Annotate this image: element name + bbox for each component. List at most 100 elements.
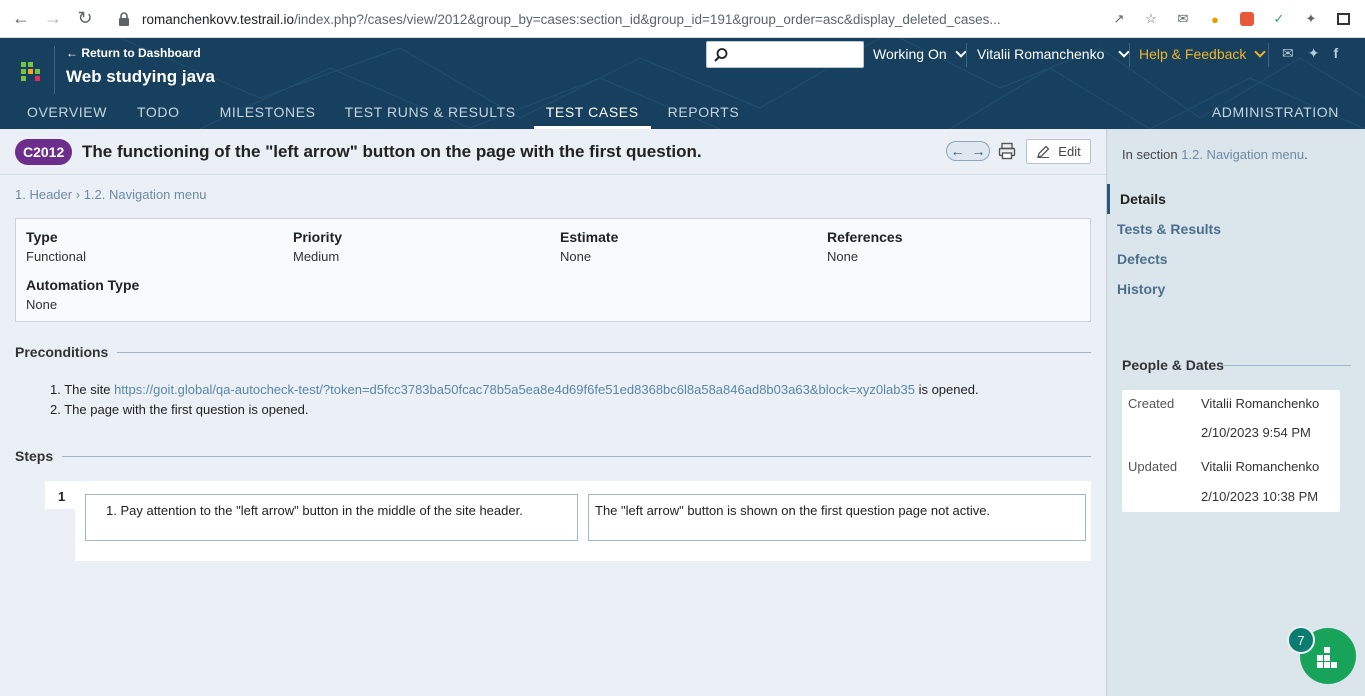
step-action: 1. Pay attention to the "left arrow" but… (85, 494, 578, 541)
recorder-extension-icon[interactable] (1238, 10, 1256, 28)
property-label: Type (26, 229, 58, 245)
people-dates-heading: People & Dates (1122, 357, 1224, 373)
property-label: Priority (293, 229, 343, 245)
extension-icons: ↗ ☆ ✉ ● ✓ ✦ ⋮ (1110, 8, 1365, 30)
preconditions-heading: Preconditions (15, 344, 109, 360)
precondition-site-link[interactable]: https://goit.global/qa-autocheck-test/?t… (114, 382, 915, 397)
breadcrumb-parent-link[interactable]: 1. Header (15, 187, 72, 202)
case-navigation: ← → (946, 141, 990, 161)
property-label: Automation Type (26, 277, 140, 293)
mail-extension-icon[interactable]: ✉ (1174, 10, 1192, 28)
project-title[interactable]: Web studying java (66, 67, 215, 87)
sidebar-item-tests-results[interactable]: Tests & Results (1107, 214, 1365, 244)
user-menu[interactable]: Vitalii Romanchenko (977, 46, 1131, 62)
mail-icon[interactable]: ✉ (1282, 45, 1294, 62)
side-panel-icon[interactable] (1334, 10, 1352, 28)
tab-overview[interactable]: OVERVIEW (15, 100, 119, 129)
sidebar-item-details[interactable]: Details (1107, 184, 1365, 214)
tab-administration[interactable]: ADMINISTRATION (1212, 104, 1339, 120)
return-to-dashboard-link[interactable]: ← Return to Dashboard (66, 46, 201, 60)
pencil-icon (1037, 145, 1050, 158)
in-section-info: In section 1.2. Navigation menu. (1122, 147, 1308, 162)
back-arrow-icon[interactable]: ← (10, 8, 32, 30)
previous-case-arrow-icon[interactable]: ← (951, 143, 965, 159)
browser-toolbar: ← → ↻ romanchenkovv.testrail.io/index.ph… (0, 0, 1365, 38)
tab-todo[interactable]: TODO (125, 100, 192, 129)
preconditions-list: 1. The site https://goit.global/qa-autoc… (50, 380, 979, 420)
in-section-link[interactable]: 1.2. Navigation menu (1181, 147, 1304, 162)
property-estimate: Estimate None (560, 229, 618, 264)
url-text: romanchenkovv.testrail.io/index.php?/cas… (142, 11, 1001, 27)
section-divider (62, 456, 1091, 457)
header-separator (1268, 43, 1269, 67)
property-value: None (560, 249, 592, 264)
property-references: References None (827, 229, 903, 264)
property-label: References (827, 229, 903, 245)
property-automation-type: Automation Type None (26, 277, 139, 312)
created-by: Vitalii Romanchenko (1201, 396, 1320, 411)
property-value: None (26, 297, 58, 312)
sidebar-item-defects[interactable]: Defects (1107, 244, 1365, 274)
next-case-arrow-icon[interactable]: → (972, 143, 986, 159)
forward-arrow-icon[interactable]: → (42, 8, 64, 30)
header-separator (1129, 43, 1130, 67)
help-feedback-menu[interactable]: Help & Feedback (1139, 46, 1267, 62)
chevron-down-icon (1254, 46, 1267, 58)
property-value: Functional (26, 249, 86, 264)
reload-icon[interactable]: ↻ (74, 8, 96, 30)
header-social-icons: ✉ ✦ f (1282, 45, 1338, 62)
shield-extension-icon[interactable]: ✓ (1270, 10, 1288, 28)
updated-by: Vitalii Romanchenko (1201, 459, 1320, 474)
property-value: Medium (293, 249, 340, 264)
search-input[interactable] (706, 41, 864, 68)
property-label: Estimate (560, 229, 619, 245)
property-priority: Priority Medium (293, 229, 342, 264)
working-on-menu[interactable]: Working On (873, 46, 967, 62)
main-content: C2012 The functioning of the "left arrow… (0, 129, 1106, 696)
sidebar-nav: Details Tests & Results Defects History (1107, 184, 1365, 304)
facebook-icon[interactable]: f (1333, 45, 1338, 62)
case-id-badge: C2012 (15, 139, 73, 165)
updated-on: 2/10/2023 10:38 PM (1201, 489, 1319, 504)
logo-divider (54, 46, 55, 94)
app-header: ← Return to Dashboard Web studying java … (0, 38, 1365, 129)
notification-count-badge: 7 (1287, 626, 1315, 654)
chevron-down-icon (955, 46, 967, 58)
breadcrumb: 1. Header › 1.2. Navigation menu (15, 187, 207, 202)
precondition-item: 2. The page with the first question is o… (50, 402, 309, 417)
step-expected-result: The "left arrow" button is shown on the … (588, 494, 1086, 541)
tab-test-runs-results[interactable]: TEST RUNS & RESULTS (333, 100, 528, 129)
lock-icon (119, 12, 129, 26)
sidebar-item-history[interactable]: History (1107, 274, 1365, 304)
tab-milestones[interactable]: MILESTONES (208, 100, 328, 129)
main-tabs: OVERVIEW TODO MILESTONES TEST RUNS & RES… (15, 100, 751, 129)
header-separator (966, 43, 967, 67)
precondition-item: 1. The site https://goit.global/qa-autoc… (50, 382, 979, 397)
right-sidebar: In section 1.2. Navigation menu. Details… (1106, 129, 1365, 696)
edit-button[interactable]: Edit (1026, 139, 1091, 164)
print-icon[interactable] (998, 142, 1016, 160)
share-icon[interactable]: ↗ (1110, 10, 1128, 28)
twitter-icon[interactable]: ✦ (1308, 45, 1320, 62)
section-divider (1219, 365, 1351, 366)
step-number: 1 (45, 481, 75, 509)
extension-icon[interactable]: ● (1206, 10, 1224, 28)
tab-test-cases[interactable]: TEST CASES (533, 100, 651, 129)
page-title: The functioning of the "left arrow" butt… (82, 142, 702, 161)
steps-heading: Steps (15, 448, 54, 464)
bookmark-star-icon[interactable]: ☆ (1142, 10, 1160, 28)
case-properties-panel: Type Functional Priority Medium Estimate… (15, 218, 1091, 322)
people-dates-card: Created Vitalii Romanchenko 2/10/2023 9:… (1122, 390, 1340, 512)
puzzle-icon[interactable]: ✦ (1302, 10, 1320, 28)
property-value: None (827, 249, 859, 264)
step-row: 1. Pay attention to the "left arrow" but… (75, 481, 1091, 561)
search-icon (714, 48, 728, 62)
section-divider (117, 352, 1091, 353)
property-type: Type Functional (26, 229, 86, 264)
tab-reports[interactable]: REPORTS (656, 100, 752, 129)
testrail-logo-icon[interactable] (21, 62, 41, 82)
breadcrumb-separator: › (75, 187, 81, 202)
address-bar[interactable]: romanchenkovv.testrail.io/index.php?/cas… (108, 5, 1098, 33)
updated-label: Updated (1128, 459, 1178, 474)
breadcrumb-child-link[interactable]: 1.2. Navigation menu (84, 187, 207, 202)
